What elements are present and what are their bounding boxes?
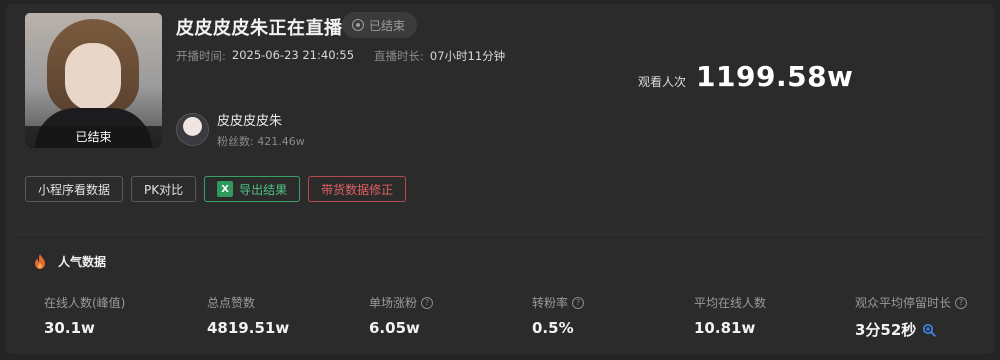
pk-compare-button[interactable]: PK对比 (131, 176, 197, 202)
stat-total-likes: 总点赞数 4819.51w (207, 294, 289, 337)
section-title: 人气数据 (58, 255, 107, 269)
cover-status-label: 已结束 (25, 126, 162, 148)
export-button[interactable]: X 导出结果 (204, 176, 301, 202)
stat-value: 6.05w (369, 319, 420, 337)
stat-value: 30.1w (44, 319, 95, 337)
avatar[interactable] (176, 113, 209, 146)
stat-value: 10.81w (694, 319, 756, 337)
stat-avg-stay: 观众平均停留时长 ? 3分52秒 (855, 294, 968, 340)
stat-label: 在线人数(峰值) (44, 296, 126, 310)
duration-label: 直播时长: (374, 49, 424, 63)
live-title: 皮皮皮皮朱正在直播 (176, 18, 343, 39)
status-text: 已结束 (369, 18, 406, 33)
stat-value: 0.5% (532, 319, 574, 337)
fans-value: 421.46w (257, 135, 305, 148)
stat-label: 单场涨粉 (369, 296, 418, 310)
popularity-section-header: 人气数据 (34, 253, 106, 270)
stat-label: 转粉率 (532, 296, 569, 310)
viewers-value: 1199.58w (696, 60, 854, 93)
help-icon[interactable]: ? (955, 296, 968, 309)
viewers-label: 观看人次 (638, 75, 687, 89)
author-name[interactable]: 皮皮皮皮朱 (217, 110, 305, 129)
stat-avg-online: 平均在线人数 10.81w (694, 294, 766, 337)
start-time-value: 2025-06-23 21:40:55 (231, 48, 355, 62)
viewer-count: 观看人次 1199.58w (638, 60, 853, 93)
fire-icon (35, 254, 45, 269)
excel-icon: X (217, 181, 234, 197)
status-dot-icon (352, 19, 364, 31)
author-info[interactable]: 皮皮皮皮朱 粉丝数: 421.46w (176, 110, 305, 149)
help-icon[interactable]: ? (572, 296, 585, 309)
live-meta: 开播时间: 2025-06-23 21:40:55 直播时长: 07小时11分钟 (176, 48, 505, 64)
mini-program-button[interactable]: 小程序看数据 (25, 176, 124, 202)
popularity-stats: 在线人数(峰值) 30.1w 总点赞数 4819.51w 单场涨粉 ? 6.05… (44, 294, 984, 344)
duration-value: 07小时11分钟 (429, 49, 506, 63)
export-label: 导出结果 (239, 182, 288, 197)
author-fans: 粉丝数: 421.46w (217, 133, 305, 149)
stat-label: 观众平均停留时长 (855, 296, 952, 310)
stat-label: 总点赞数 (207, 296, 256, 310)
stat-value: 3分52秒 (855, 321, 917, 339)
stat-label: 平均在线人数 (694, 296, 767, 310)
fans-label: 粉丝数: (217, 135, 254, 148)
stat-fans-gain: 单场涨粉 ? 6.05w (369, 294, 434, 337)
status-badge: 已结束 (342, 12, 418, 38)
action-buttons: 小程序看数据 PK对比 X 导出结果 带货数据修正 (25, 176, 407, 202)
divider (12, 234, 988, 235)
zoom-icon[interactable] (922, 323, 937, 337)
sales-data-fix-button[interactable]: 带货数据修正 (308, 176, 407, 202)
stat-peak-online: 在线人数(峰值) 30.1w (44, 294, 125, 337)
start-time-label: 开播时间: (176, 49, 226, 63)
live-cover-thumbnail[interactable]: 已结束 (25, 13, 162, 148)
help-icon[interactable]: ? (421, 296, 434, 309)
live-summary-panel: 已结束 皮皮皮皮朱正在直播 已结束 开播时间: 2025-06-23 21:40… (6, 4, 994, 354)
stat-value: 4819.51w (207, 319, 290, 337)
stat-conversion-rate: 转粉率 ? 0.5% (532, 294, 585, 337)
